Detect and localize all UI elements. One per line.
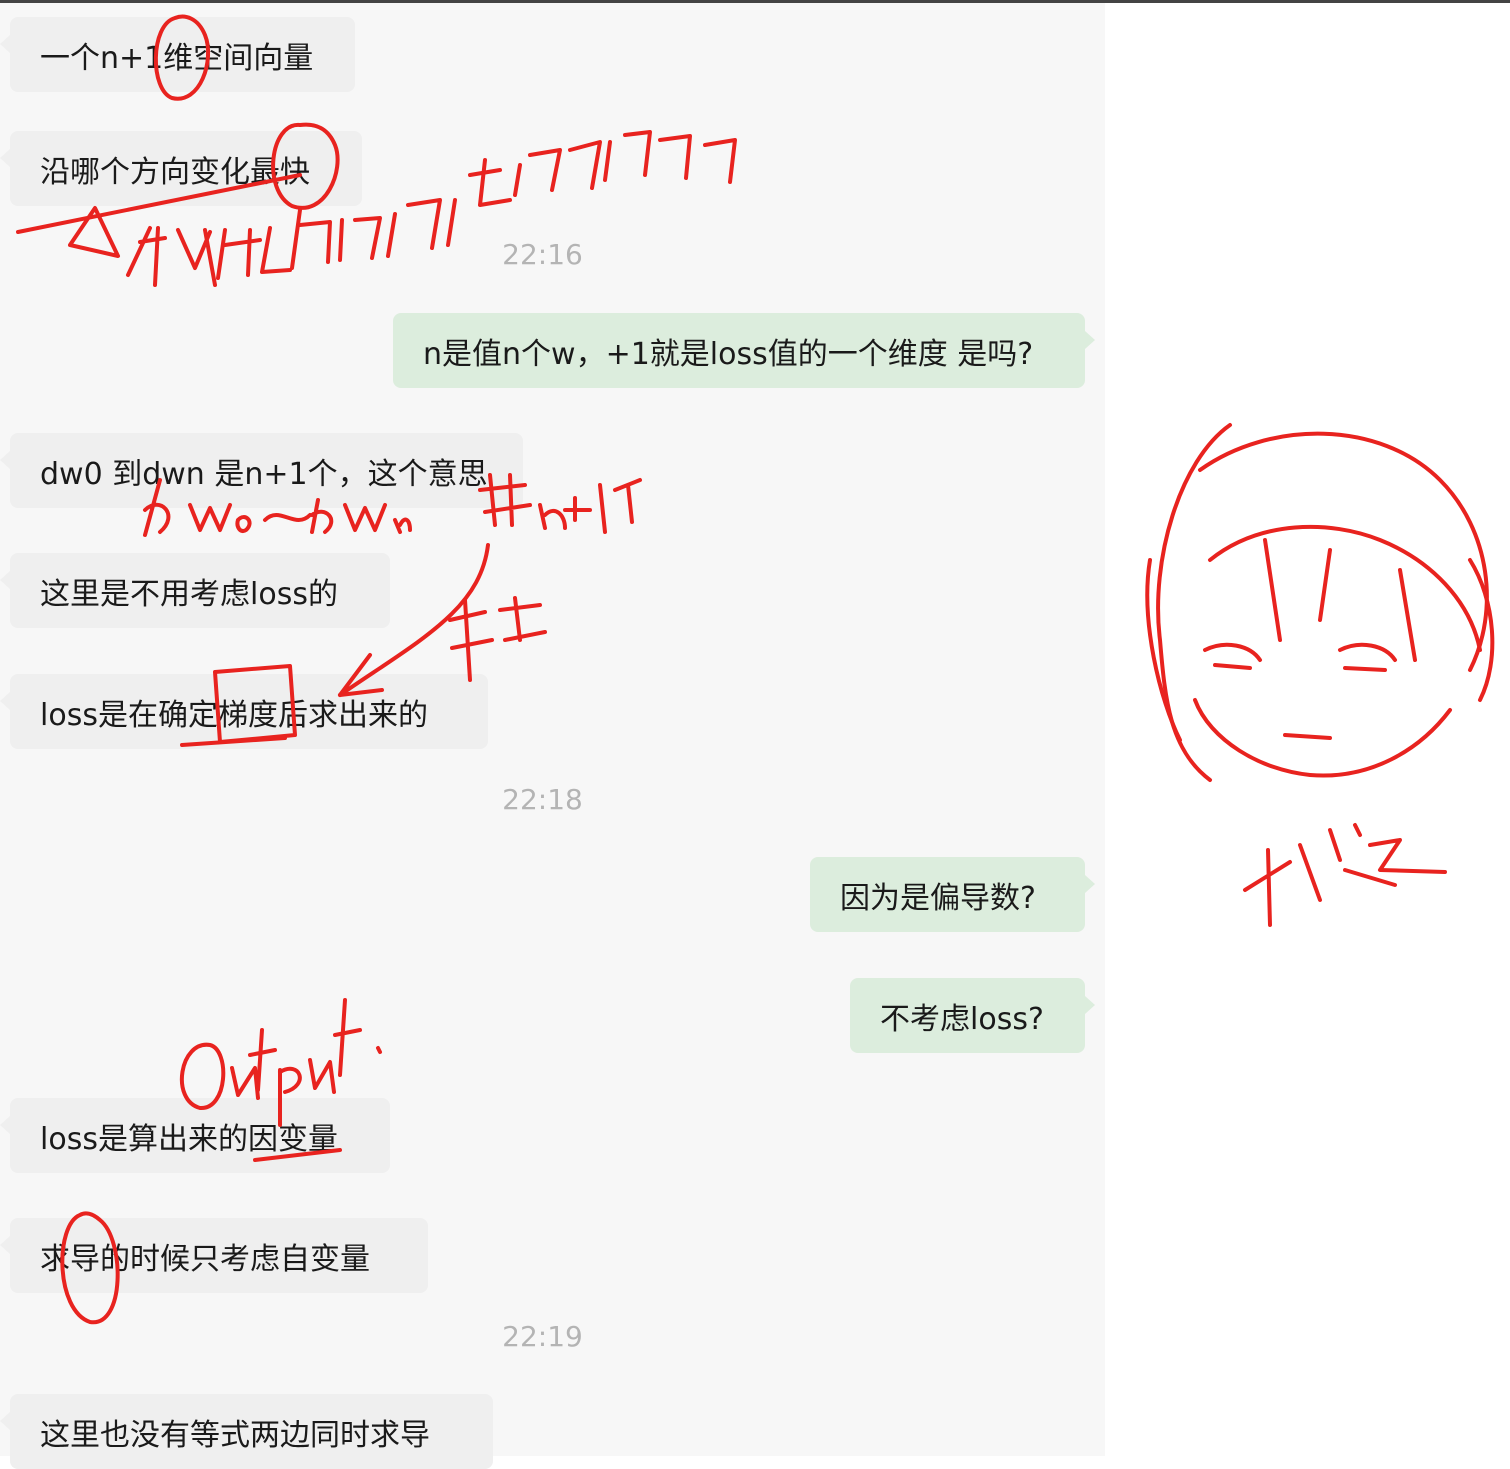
- ink-circle: [271, 122, 340, 210]
- ink-circle: [153, 14, 211, 101]
- ink-annotation-layer: [16, 14, 1495, 1325]
- ink-handwriting: [126, 130, 737, 287]
- ink-sketch: [1283, 733, 1332, 740]
- ink-arrowhead: [338, 653, 384, 697]
- ink-handwriting: [448, 596, 547, 682]
- ink-sketch: [1338, 642, 1397, 672]
- ink-handwriting: [478, 473, 642, 534]
- ink-sketch: [1156, 423, 1232, 782]
- ink-sketch: [1203, 642, 1262, 670]
- ink-sketch: [1198, 431, 1489, 672]
- ink-handwriting: [143, 478, 412, 537]
- ink-sketch: [1263, 538, 1417, 662]
- ink-sketch: [1208, 524, 1482, 652]
- ink-circle: [60, 1211, 120, 1325]
- ink-strike-line: [16, 173, 302, 234]
- ink-box: [213, 664, 297, 744]
- ink-underline: [253, 1148, 342, 1162]
- ink-signature: [1243, 823, 1447, 927]
- ink-handwriting: [179, 998, 382, 1127]
